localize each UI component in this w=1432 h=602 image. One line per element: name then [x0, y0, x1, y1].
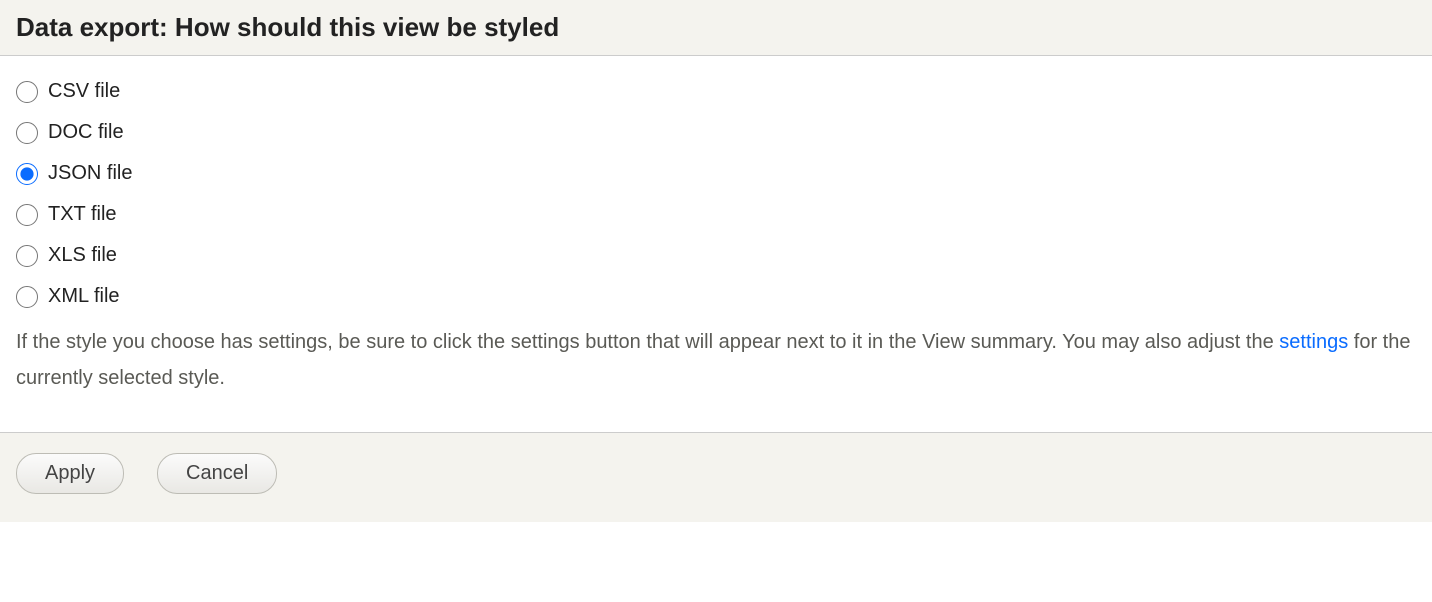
radio-xls[interactable]: [16, 245, 38, 267]
radio-label-xml[interactable]: XML file: [48, 285, 120, 308]
dialog-title: Data export: How should this view be sty…: [16, 12, 1416, 43]
radio-label-csv[interactable]: CSV file: [48, 80, 120, 103]
radio-label-txt[interactable]: TXT file: [48, 203, 117, 226]
settings-link[interactable]: settings: [1279, 331, 1348, 353]
radio-option-json: JSON file: [16, 162, 1416, 185]
radio-csv[interactable]: [16, 81, 38, 103]
dialog-content: CSV file DOC file JSON file TXT file XLS…: [0, 56, 1432, 433]
help-text: If the style you choose has settings, be…: [16, 324, 1416, 396]
radio-option-xml: XML file: [16, 285, 1416, 308]
help-text-before: If the style you choose has settings, be…: [16, 331, 1279, 353]
radio-option-xls: XLS file: [16, 244, 1416, 267]
apply-button[interactable]: Apply: [16, 453, 124, 494]
radio-label-xls[interactable]: XLS file: [48, 244, 117, 267]
radio-label-doc[interactable]: DOC file: [48, 121, 124, 144]
cancel-button[interactable]: Cancel: [157, 453, 277, 494]
radio-label-json[interactable]: JSON file: [48, 162, 132, 185]
radio-option-doc: DOC file: [16, 121, 1416, 144]
radio-option-csv: CSV file: [16, 80, 1416, 103]
radio-option-txt: TXT file: [16, 203, 1416, 226]
dialog-footer: Apply Cancel: [0, 433, 1432, 522]
radio-json[interactable]: [16, 163, 38, 185]
radio-xml[interactable]: [16, 286, 38, 308]
radio-txt[interactable]: [16, 204, 38, 226]
radio-doc[interactable]: [16, 122, 38, 144]
dialog-header: Data export: How should this view be sty…: [0, 0, 1432, 56]
